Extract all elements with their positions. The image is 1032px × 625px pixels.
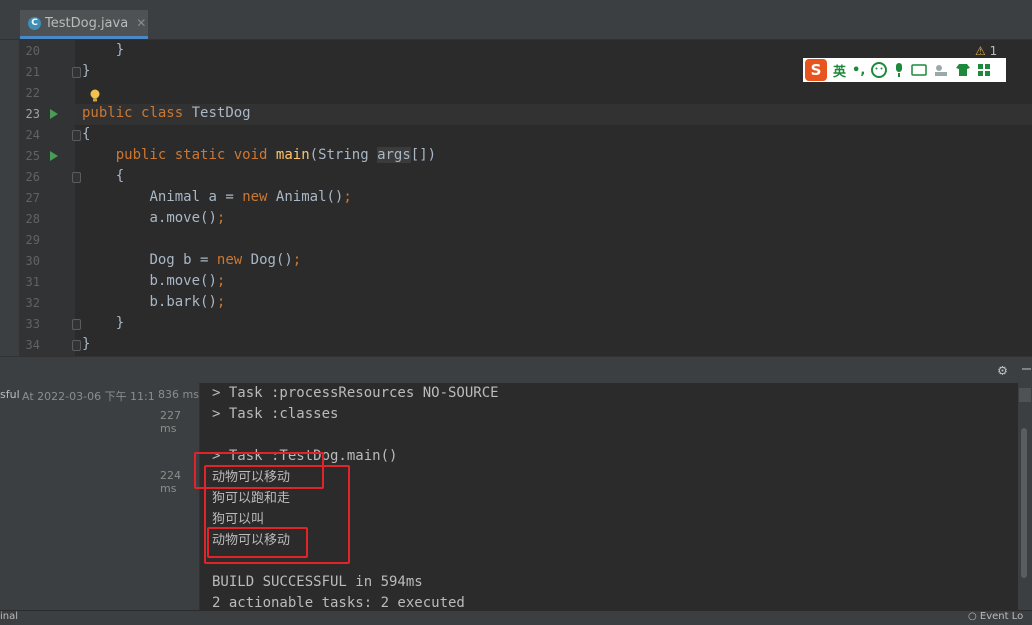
keyboard-icon[interactable] [911, 64, 928, 76]
code-line[interactable]: } [82, 40, 124, 61]
tab-testdog-java[interactable]: C TestDog.java ✕ [20, 10, 148, 39]
toolbox-icon[interactable] [977, 63, 991, 77]
event-log[interactable]: ○ Event Lo [968, 611, 1023, 622]
warning-count: 1 [989, 44, 998, 58]
run-status: sful [0, 388, 20, 401]
console-line: > Task :processResources NO-SOURCE [212, 385, 499, 401]
fold-marker-icon[interactable] [72, 340, 81, 351]
line-number: 24 [25, 128, 40, 142]
line-number: 25 [25, 149, 40, 163]
lightbulb-icon[interactable] [89, 88, 101, 102]
code-line[interactable]: } [82, 334, 90, 355]
fold-marker-icon[interactable] [72, 130, 81, 141]
line-number: 26 [25, 170, 40, 184]
line-number: 29 [25, 233, 40, 247]
fold-marker-icon[interactable] [72, 319, 81, 330]
run-tree[interactable]: sful At 2022-03-06 下午 11:1 836 ms 227 ms… [0, 383, 200, 610]
line-number: 28 [25, 212, 40, 226]
code-line[interactable]: { [82, 124, 90, 145]
scrollbar[interactable] [1021, 428, 1027, 578]
code-line[interactable]: Dog b = new Dog(); [82, 250, 301, 271]
line-number: 22 [25, 86, 40, 100]
java-class-icon: C [28, 16, 41, 30]
line-number: 33 [25, 317, 40, 331]
fold-marker-icon[interactable] [72, 172, 81, 183]
code-line[interactable]: public class TestDog [82, 103, 251, 124]
ime-lang[interactable]: 英 [833, 61, 846, 80]
editor-tab-bar [0, 10, 1032, 40]
run-total-duration: 836 ms [158, 388, 199, 401]
status-bar: inal ○ Event Lo [0, 610, 1032, 625]
warning-icon: ⚠ [975, 44, 986, 58]
code-line[interactable]: a.move(); [82, 208, 225, 229]
inspection-warning[interactable]: ⚠ 1 [975, 44, 997, 58]
minimize-icon[interactable]: — [1022, 359, 1031, 377]
console-line: > Task :classes [212, 406, 339, 422]
line-number: 34 [25, 338, 40, 352]
fold-marker-icon[interactable] [72, 67, 81, 78]
console-line: BUILD SUCCESSFUL in 594ms [212, 574, 423, 590]
soft-wrap-icon[interactable] [1019, 388, 1031, 402]
title-bar [0, 0, 1032, 10]
console-toolbar [1018, 383, 1032, 610]
code-line[interactable]: b.bark(); [82, 292, 225, 313]
run-gutter-icon[interactable] [50, 151, 58, 161]
code-line[interactable]: } [82, 313, 124, 334]
code-line[interactable]: b.move(); [82, 271, 225, 292]
close-icon[interactable]: ✕ [136, 16, 146, 30]
user-icon[interactable] [933, 63, 949, 77]
gear-icon[interactable]: ⚙ [998, 361, 1007, 379]
task-duration: 227 ms [160, 409, 181, 435]
annotation-box [207, 527, 308, 558]
line-number: 20 [25, 44, 40, 58]
line-number: 30 [25, 254, 40, 268]
line-number: 21 [25, 65, 40, 79]
microphone-icon[interactable] [893, 62, 905, 78]
run-gutter-icon[interactable] [50, 109, 58, 119]
line-number: 27 [25, 191, 40, 205]
terminal-tab[interactable]: inal [0, 611, 18, 622]
line-number: 31 [25, 275, 40, 289]
skin-icon[interactable] [955, 63, 971, 77]
run-panel-header: ⚙ — [0, 356, 1032, 384]
code-line[interactable]: } [82, 61, 90, 82]
ime-punct[interactable]: •, [852, 63, 865, 78]
sogou-logo-icon: S [805, 59, 827, 81]
project-tool-strip[interactable] [0, 40, 19, 356]
code-line[interactable]: { [82, 166, 124, 187]
ime-toolbar[interactable]: S 英 •, [803, 58, 1006, 82]
tab-label: TestDog.java [45, 15, 129, 31]
search-icon: ○ [968, 611, 977, 622]
code-line[interactable]: public static void main(String args[]) [82, 145, 436, 166]
emoji-icon[interactable] [871, 62, 888, 78]
run-timestamp: At 2022-03-06 下午 11:1 [22, 390, 155, 403]
line-number: 32 [25, 296, 40, 310]
code-line[interactable]: Animal a = new Animal(); [82, 187, 351, 208]
line-number: 23 [25, 107, 40, 121]
event-log-label: Event Lo [979, 611, 1024, 622]
